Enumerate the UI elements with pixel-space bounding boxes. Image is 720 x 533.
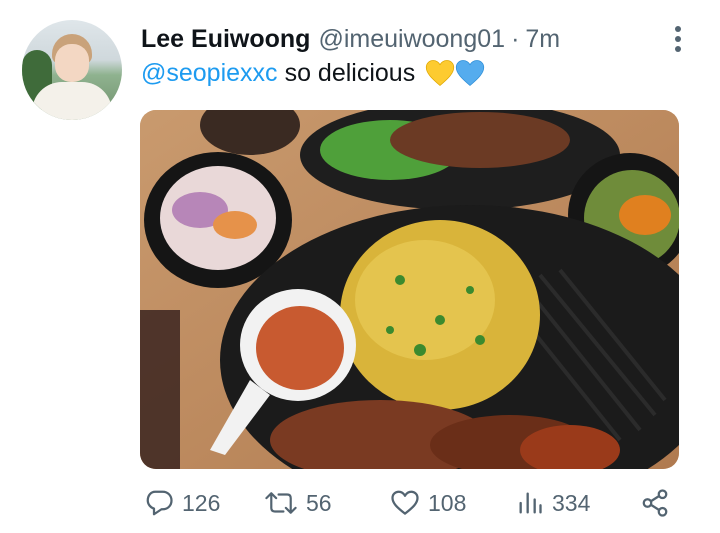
share-button[interactable] [640, 485, 670, 521]
tweet-time[interactable]: 7m [525, 25, 560, 54]
mention-link[interactable]: @seopiexxc [141, 59, 278, 88]
more-dot [675, 26, 681, 32]
author-handle[interactable]: @imeuiwoong01 [318, 25, 505, 54]
header-separator: · [511, 24, 520, 53]
like-button[interactable]: 108 [390, 485, 466, 521]
tweet-body: so delicious [284, 58, 416, 87]
views-icon [519, 492, 542, 514]
like-count: 108 [428, 489, 467, 516]
views-button[interactable]: 334 [516, 485, 590, 521]
retweet-button[interactable]: 56 [264, 485, 332, 521]
emoji-group [425, 59, 485, 87]
like-icon [391, 490, 419, 515]
reply-icon [146, 490, 173, 516]
yellow-heart-icon [426, 60, 455, 86]
more-dot [675, 46, 681, 52]
tweet-actions: 126 56 108 334 [140, 485, 680, 521]
reply-button[interactable]: 126 [144, 485, 220, 521]
tweet-photo[interactable] [140, 110, 679, 469]
reply-count: 126 [182, 489, 221, 516]
tweet-header: Lee Euiwoong @imeuiwoong01 · 7m [141, 21, 560, 57]
avatar-shirt [32, 82, 112, 120]
tweet: Lee Euiwoong @imeuiwoong01 · 7m @seopiex… [0, 0, 720, 533]
tweet-text: @seopiexxc so delicious [141, 56, 485, 90]
blue-heart-icon [456, 60, 485, 86]
avatar[interactable] [22, 20, 122, 120]
food-photo [140, 110, 679, 469]
author-name[interactable]: Lee Euiwoong [141, 25, 310, 54]
views-count: 334 [552, 489, 591, 516]
share-icon [642, 489, 668, 517]
avatar-face [55, 44, 89, 82]
more-vertical-icon[interactable] [669, 26, 687, 52]
retweet-count: 56 [306, 489, 332, 516]
retweet-icon [265, 492, 297, 514]
more-dot [675, 36, 681, 42]
